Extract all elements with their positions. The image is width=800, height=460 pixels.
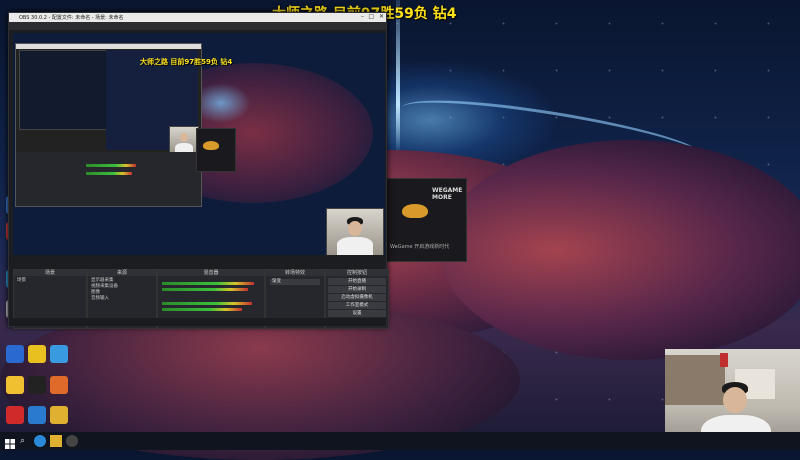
minimize-icon[interactable]: – <box>361 13 364 20</box>
controls-dock-header: 控制按钮 <box>326 270 388 276</box>
preview-wegame-banner <box>196 128 236 172</box>
audio-meter <box>162 308 242 311</box>
source-item[interactable]: 显示器采集 <box>91 278 114 283</box>
person-body <box>337 237 373 255</box>
start-recording-button[interactable]: 开始录制 <box>328 286 386 293</box>
obs-window[interactable]: OBS 30.0.2 - 配置文件: 未命名 - 场景: 未命名 ✕ □ – 大… <box>8 12 389 329</box>
studio-mode-button[interactable]: 工作室模式 <box>328 302 386 309</box>
desktop-app-icon[interactable] <box>28 376 46 394</box>
search-icon[interactable]: ⌕ <box>20 435 32 447</box>
desktop-app-icon[interactable] <box>28 345 46 363</box>
source-item[interactable]: 音频输入 <box>91 296 109 301</box>
person-head <box>723 387 747 413</box>
nested-webcam <box>169 126 199 154</box>
browser-taskbar-icon[interactable] <box>34 435 46 447</box>
wegame-banner[interactable]: WEGAME MORE WeGame 开启游戏新时代 <box>385 178 467 262</box>
person-head <box>348 221 362 236</box>
desktop-app-icon[interactable] <box>6 406 24 424</box>
nested-audio-meter <box>86 164 136 167</box>
mixer-dock-header: 混音器 <box>158 270 264 276</box>
person-head <box>180 133 188 142</box>
maximize-icon[interactable]: □ <box>368 13 374 20</box>
audio-meter <box>162 302 252 305</box>
transitions-dock-header: 转场特效 <box>266 270 324 276</box>
virtual-camera-button[interactable]: 启动虚拟摄像机 <box>328 294 386 301</box>
desktop-app-icon[interactable] <box>6 376 24 394</box>
nested-title-bar <box>16 44 201 49</box>
wegame-logo-icon <box>203 141 219 150</box>
desktop-app-icon[interactable] <box>50 406 68 424</box>
nested-audio-meter <box>86 172 132 175</box>
close-icon[interactable]: ✕ <box>379 13 384 20</box>
transition-select[interactable]: 渐变 <box>270 279 320 285</box>
desktop-app-icon[interactable] <box>6 345 24 363</box>
nested-docks <box>16 152 201 206</box>
wegame-title: WEGAME MORE <box>432 187 463 201</box>
obs-status-bar <box>9 318 386 326</box>
start-streaming-button[interactable]: 开始直播 <box>328 278 386 285</box>
nested-recursive-preview <box>19 50 107 130</box>
explorer-taskbar-icon[interactable] <box>50 435 62 447</box>
obs-window-title: OBS 30.0.2 - 配置文件: 未命名 - 场景: 未命名 <box>19 15 124 21</box>
windows-start-icon[interactable] <box>4 435 16 449</box>
nested-obs-preview <box>15 43 202 207</box>
obs-title-bar[interactable]: OBS 30.0.2 - 配置文件: 未命名 - 场景: 未命名 ✕ □ – <box>9 13 386 22</box>
obs-taskbar-icon[interactable] <box>66 435 78 447</box>
wegame-subtitle: WeGame 开启游戏新时代 <box>390 244 450 250</box>
audio-meter <box>162 288 248 291</box>
taskbar: ⌕ <box>0 432 800 450</box>
webcam-shelf <box>665 355 725 405</box>
desktop-app-icon[interactable] <box>50 376 68 394</box>
sources-dock-header: 来源 <box>88 270 156 276</box>
obs-menu-bar[interactable] <box>9 22 386 30</box>
source-item[interactable]: 图像 <box>91 290 100 295</box>
settings-button[interactable]: 设置 <box>328 310 386 317</box>
wallpaper-cloud <box>440 140 800 360</box>
scenes-dock-header: 场景 <box>14 270 86 276</box>
source-item[interactable]: 视频采集设备 <box>91 284 118 289</box>
audio-meter <box>162 282 254 285</box>
desktop-app-icon[interactable] <box>28 406 46 424</box>
scene-item[interactable]: 场景 <box>17 278 26 283</box>
obs-preview[interactable]: 大师之路 目前97胜59负 钻4 <box>13 33 385 255</box>
webcam-figure <box>720 353 728 367</box>
desktop-app-icon[interactable] <box>50 345 68 363</box>
preview-webcam <box>326 208 384 255</box>
nested-caption: 大师之路 目前97胜59负 钻4 <box>140 58 233 66</box>
wegame-logo-icon <box>402 204 428 218</box>
